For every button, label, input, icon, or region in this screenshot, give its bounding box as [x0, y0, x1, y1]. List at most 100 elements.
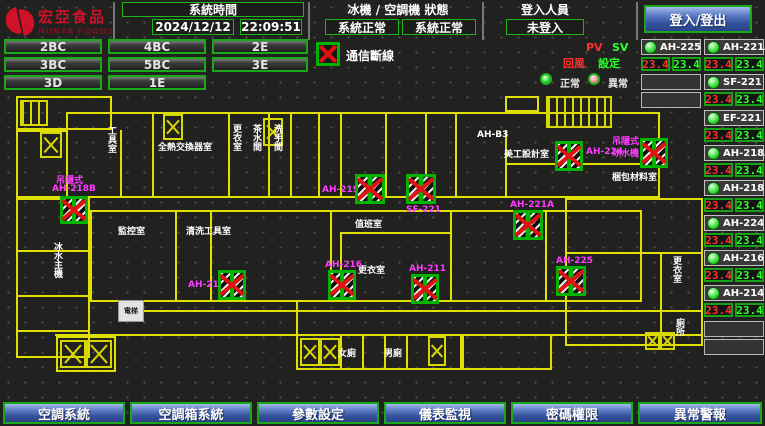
system-time-label: 系統時間 [122, 2, 304, 17]
ahu-offline-icon[interactable] [406, 174, 436, 204]
ahu-offline-icon[interactable] [218, 270, 246, 300]
header-divider [482, 2, 484, 40]
plan-wall [318, 112, 320, 198]
ahu-offline-icon[interactable] [411, 274, 439, 304]
equip-name: AH-214 [723, 288, 764, 299]
equip-label: AH-221A [510, 200, 554, 210]
ahu-offline-icon[interactable] [640, 138, 668, 168]
equip-empty-slot [704, 339, 764, 355]
login-person-label: 登入人員 [500, 2, 590, 17]
logo-subtitle: HUNYA FOODS [38, 27, 114, 36]
nav-button-password-auth[interactable]: 密碼權限 [511, 402, 633, 424]
plan-wall [120, 310, 565, 312]
room-label: 梱包材料室 [612, 170, 657, 183]
ahu-offline-icon[interactable] [513, 210, 543, 240]
elevator-box: 電梯 [118, 300, 144, 322]
floor-button-3d[interactable]: 3D [4, 75, 102, 90]
abnormal-legend-label: 異常 [608, 75, 628, 90]
plan-wall [290, 112, 292, 198]
equip-name: EF-221 [723, 113, 761, 124]
equip-row-ah-225[interactable]: AH-225 [641, 39, 701, 55]
room-label: 冰水主機 [52, 242, 62, 294]
header-divider [113, 2, 115, 40]
plan-wall [228, 112, 230, 198]
nav-button-meter-monitor[interactable]: 儀表監視 [384, 402, 506, 424]
stairs-icon [546, 96, 612, 128]
room-label: 女廁 [338, 346, 356, 359]
status-led-icon [707, 112, 720, 125]
equip-sv-value: 23.4 [735, 57, 764, 71]
equip-sv-value: 23.4 [672, 57, 701, 71]
nav-button-param-setting[interactable]: 參數設定 [257, 402, 379, 424]
ahu-offline-icon[interactable] [328, 270, 356, 300]
ahu-offline-icon[interactable] [555, 141, 583, 171]
equip-empty-slot [704, 321, 764, 337]
equip-sv-value: 23.4 [735, 128, 764, 142]
plan-wall [505, 96, 539, 112]
room-label: 洗手間 [272, 124, 282, 164]
equip-row-sf-221[interactable]: SF-221 [704, 74, 764, 90]
floor-button-3e[interactable]: 3E [212, 57, 308, 72]
login-status-value: 未登入 [506, 19, 584, 35]
equip-name: AH-221A [723, 42, 765, 53]
room-label: 更衣室 [231, 124, 241, 164]
room-label: 值班室 [355, 217, 382, 230]
equip-empty-slot [641, 92, 701, 108]
normal-led-icon [540, 73, 552, 85]
stairs-x-icon [645, 332, 660, 350]
floor-button-2e[interactable]: 2E [212, 39, 308, 54]
equip-sv-value: 23.4 [735, 268, 764, 282]
pv-desc-label: 回風 [563, 55, 585, 71]
equip-sv-value: 23.4 [735, 303, 764, 317]
equip-row-ah-221a[interactable]: AH-221A [704, 39, 764, 55]
stairs-x-icon [300, 338, 320, 366]
equip-label: 冰水機 [612, 146, 639, 159]
floor-button-4bc[interactable]: 4BC [108, 39, 206, 54]
floor-button-3bc[interactable]: 3BC [4, 57, 102, 72]
equip-row-ah-216[interactable]: AH-216 [704, 250, 764, 266]
equip-name: SF-221 [723, 77, 762, 88]
floor-button-2bc[interactable]: 2BC [4, 39, 102, 54]
equip-sv-value: 23.4 [735, 163, 764, 177]
logo-title: 宏亞食品 [38, 6, 114, 27]
floor-button-1e[interactable]: 1E [108, 75, 206, 90]
room-label: 男廁 [384, 346, 402, 359]
status-led-icon [707, 182, 720, 195]
room-label: 廁所 [674, 318, 684, 348]
stairs-x-icon [40, 132, 62, 158]
ahu-offline-icon[interactable] [60, 196, 88, 224]
equip-pv-value: 23.4 [704, 198, 733, 212]
stairs-x-icon [320, 338, 340, 366]
login-logout-button[interactable]: 登入/登出 [644, 5, 752, 33]
stairs-x-icon [428, 336, 446, 366]
sv-label: SV [612, 41, 628, 54]
equip-pv-value: 23.4 [704, 233, 733, 247]
equip-name: AH-224 [723, 218, 764, 229]
room-label: 美工設計室 [504, 147, 549, 160]
nav-button-alarm[interactable]: 異常警報 [638, 402, 762, 424]
header-divider [308, 2, 310, 40]
ahu-offline-icon[interactable] [355, 174, 385, 204]
plan-wall [565, 252, 703, 254]
nav-button-ahu-system[interactable]: 空調箱系統 [130, 402, 252, 424]
room-label: 監控室 [118, 224, 145, 237]
plan-wall [16, 330, 90, 332]
equip-name: AH-225 [660, 42, 701, 53]
floor-button-5bc[interactable]: 5BC [108, 57, 206, 72]
plan-wall [385, 112, 387, 198]
hmi-screen: 宏亞食品 HUNYA FOODS 系統時間 2024/12/12 22:09:5… [0, 0, 765, 426]
equip-row-ah-218b[interactable]: AH-218B [704, 180, 764, 196]
plan-wall [152, 112, 154, 198]
equip-empty-slot [641, 74, 701, 90]
chiller-status-value: 系統正常 [325, 19, 399, 35]
equip-row-ah-224[interactable]: AH-224 [704, 215, 764, 231]
equip-row-ef-221[interactable]: EF-221 [704, 110, 764, 126]
equip-row-ah-218a[interactable]: AH-218A [704, 145, 764, 161]
room-label: 茶水間 [251, 124, 261, 164]
nav-button-ac-system[interactable]: 空調系統 [3, 402, 125, 424]
comm-loss-icon [316, 42, 340, 66]
stairs-x-icon [60, 340, 86, 368]
equip-row-ah-214[interactable]: AH-214 [704, 285, 764, 301]
ahu-offline-icon[interactable] [556, 266, 586, 296]
room-label: 工具室 [106, 126, 116, 170]
